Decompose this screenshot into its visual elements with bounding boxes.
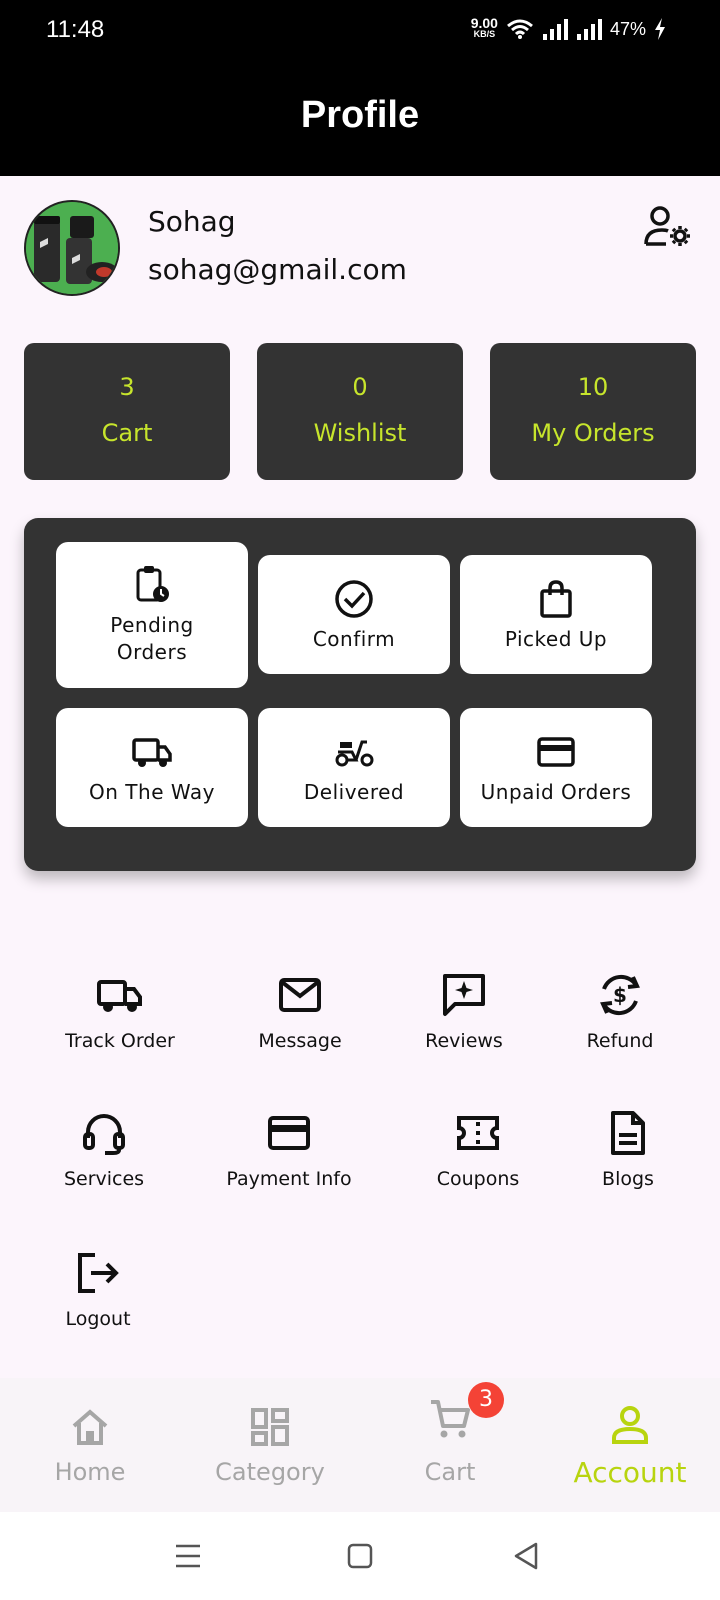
ticket-icon bbox=[457, 1116, 499, 1150]
user-email: sohag@gmail.com bbox=[148, 253, 407, 286]
truck-icon bbox=[132, 737, 172, 767]
action-label: Payment Info bbox=[226, 1168, 352, 1190]
order-tile-pending[interactable]: Pending Orders bbox=[56, 542, 248, 688]
action-label: Services bbox=[63, 1168, 145, 1190]
credit-card-icon bbox=[537, 736, 575, 767]
person-icon bbox=[612, 1406, 648, 1444]
status-indicators: 9.00 KB/S 47% bbox=[471, 16, 666, 40]
signal-icon bbox=[542, 19, 568, 40]
clipboard-clock-icon bbox=[136, 566, 169, 602]
order-tile-confirm[interactable]: Confirm bbox=[258, 555, 450, 674]
credit-card-icon bbox=[268, 1116, 310, 1150]
order-tile-label: Pending Orders bbox=[110, 613, 194, 664]
charging-icon bbox=[655, 18, 665, 40]
page-title: Profile bbox=[300, 94, 420, 136]
stat-value: 0 bbox=[352, 373, 368, 401]
stat-cart[interactable]: 3 Cart bbox=[24, 343, 230, 480]
action-label: Coupons bbox=[436, 1168, 520, 1190]
order-tile-unpaid[interactable]: Unpaid Orders bbox=[460, 708, 652, 827]
action-payment-info[interactable]: Payment Info bbox=[214, 1110, 364, 1190]
nav-label: Account bbox=[573, 1456, 687, 1489]
user-settings-button[interactable] bbox=[644, 206, 692, 248]
app-header: 11:48 9.00 KB/S 47% Profile bbox=[0, 0, 720, 176]
action-reviews[interactable]: Reviews bbox=[404, 972, 524, 1052]
svg-text:$: $ bbox=[613, 983, 627, 1007]
menu-icon bbox=[176, 1544, 200, 1568]
system-home-button[interactable] bbox=[344, 1540, 376, 1572]
order-tile-label: Picked Up bbox=[504, 626, 608, 651]
nav-label: Cart bbox=[424, 1458, 476, 1486]
action-message[interactable]: Message bbox=[240, 972, 360, 1052]
document-icon bbox=[611, 1111, 645, 1155]
net-speed-unit: KB/S bbox=[473, 29, 496, 39]
bottom-nav: Home Category Cart Account bbox=[0, 1378, 720, 1512]
nav-item-home[interactable]: Home bbox=[30, 1406, 150, 1486]
grid-icon bbox=[251, 1408, 289, 1446]
stat-label: Wishlist bbox=[313, 419, 407, 447]
cart-icon bbox=[431, 1400, 470, 1438]
action-label: Reviews bbox=[425, 1030, 503, 1052]
action-label: Blogs bbox=[602, 1168, 654, 1190]
logout-icon bbox=[78, 1253, 119, 1293]
order-status-panel: Pending Orders Confirm Picked Up On The … bbox=[24, 518, 696, 871]
cart-badge: 3 bbox=[468, 1382, 504, 1418]
nav-item-category[interactable]: Category bbox=[200, 1406, 340, 1486]
action-logout[interactable]: Logout bbox=[40, 1250, 156, 1330]
action-label: Track Order bbox=[65, 1030, 175, 1052]
home-icon bbox=[72, 1409, 108, 1445]
truck-icon bbox=[97, 980, 142, 1012]
action-services[interactable]: Services bbox=[44, 1110, 164, 1190]
action-label: Message bbox=[258, 1030, 342, 1052]
order-tile-on-the-way[interactable]: On The Way bbox=[56, 708, 248, 827]
stat-label: Cart bbox=[101, 419, 153, 447]
stat-value: 10 bbox=[577, 373, 609, 401]
square-icon bbox=[347, 1543, 373, 1569]
action-blogs[interactable]: Blogs bbox=[568, 1110, 688, 1190]
avatar[interactable] bbox=[24, 200, 120, 296]
nav-label: Home bbox=[54, 1458, 126, 1486]
status-time: 11:48 bbox=[46, 16, 105, 43]
back-triangle-icon bbox=[514, 1542, 538, 1570]
nav-item-account[interactable]: Account bbox=[550, 1404, 710, 1489]
action-label: Logout bbox=[65, 1308, 131, 1330]
action-track-order[interactable]: Track Order bbox=[60, 972, 180, 1052]
avatar-image bbox=[26, 202, 118, 294]
battery-level: 47% bbox=[609, 18, 646, 39]
scooter-icon bbox=[335, 740, 374, 766]
nav-label: Category bbox=[215, 1458, 325, 1486]
user-name: Sohag bbox=[148, 205, 236, 238]
stats-row: 3 Cart 0 Wishlist 10 My Orders bbox=[24, 343, 696, 480]
system-back-button[interactable] bbox=[510, 1540, 542, 1572]
stat-wishlist[interactable]: 0 Wishlist bbox=[257, 343, 463, 480]
order-tile-label: Delivered bbox=[303, 779, 405, 804]
net-speed: 9.00 KB/S bbox=[471, 16, 498, 40]
refund-icon: $ bbox=[600, 974, 640, 1016]
stat-my-orders[interactable]: 10 My Orders bbox=[490, 343, 696, 480]
order-tile-delivered[interactable]: Delivered bbox=[258, 708, 450, 827]
order-tile-label: On The Way bbox=[89, 779, 215, 804]
stat-label: My Orders bbox=[531, 419, 655, 447]
system-menu-button[interactable] bbox=[172, 1540, 204, 1572]
action-label: Refund bbox=[586, 1030, 654, 1052]
action-coupons[interactable]: Coupons bbox=[418, 1110, 538, 1190]
order-tile-picked-up[interactable]: Picked Up bbox=[460, 555, 652, 674]
wifi-icon bbox=[507, 19, 533, 39]
mail-icon bbox=[279, 978, 321, 1012]
shopping-bag-icon bbox=[540, 579, 572, 618]
stat-value: 3 bbox=[119, 373, 135, 401]
check-circle-icon bbox=[335, 579, 373, 618]
signal-icon-2 bbox=[576, 19, 602, 40]
review-icon bbox=[443, 974, 485, 1016]
headset-icon bbox=[83, 1114, 125, 1155]
order-tile-label: Confirm bbox=[312, 626, 396, 651]
user-settings-icon bbox=[644, 206, 690, 246]
order-tile-label: Unpaid Orders bbox=[480, 779, 632, 804]
action-refund[interactable]: $ Refund bbox=[560, 972, 680, 1052]
